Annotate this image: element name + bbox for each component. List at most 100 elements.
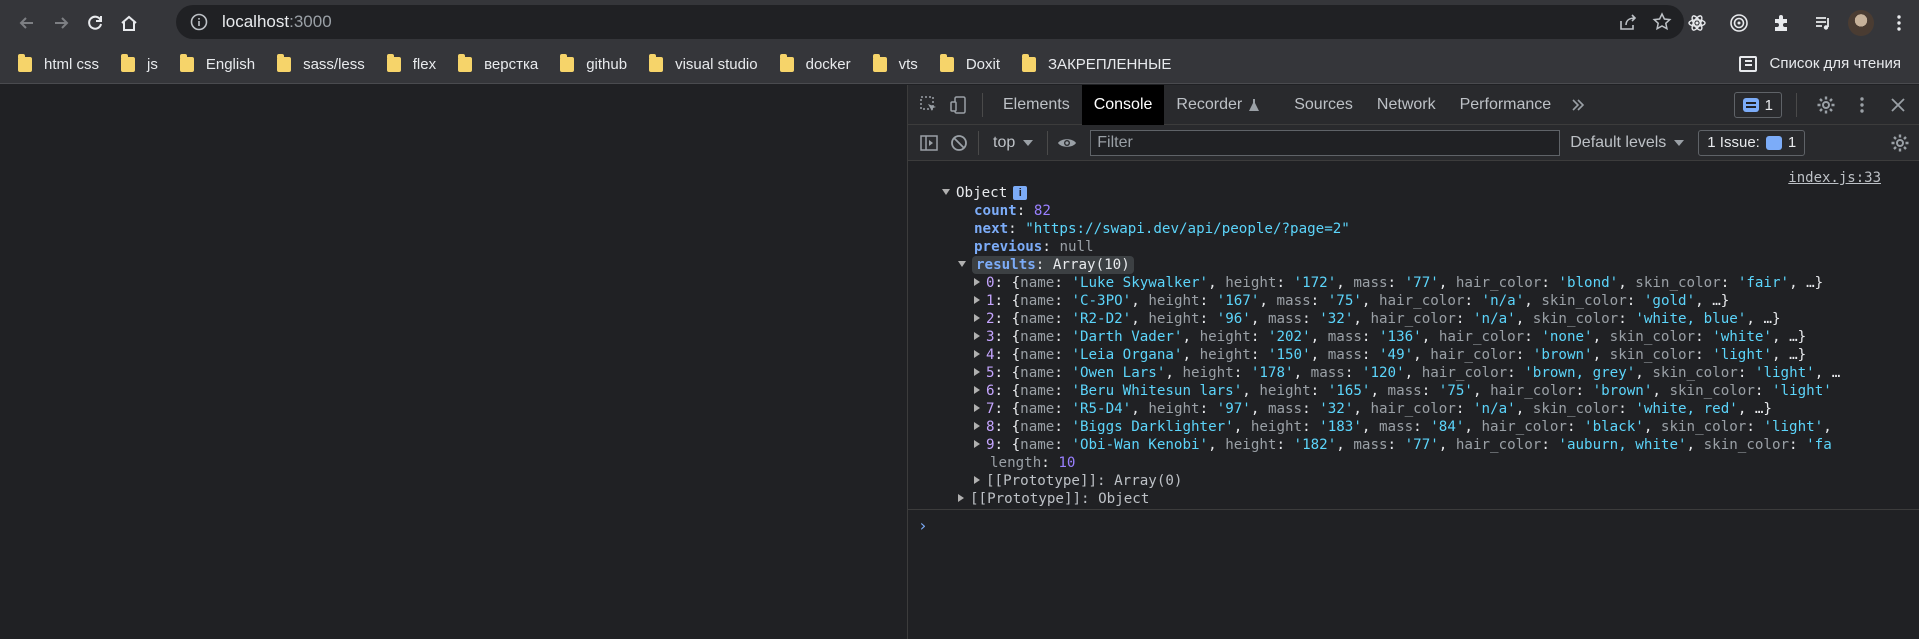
tab-performance[interactable]: Performance bbox=[1448, 85, 1564, 125]
bookmark-folder[interactable]: flex bbox=[386, 54, 436, 73]
log-levels-select[interactable]: Default levels bbox=[1570, 133, 1685, 152]
browser-menu-button[interactable] bbox=[1882, 6, 1916, 40]
result-row[interactable]: 3: {name: 'Darth Vader', height: '202', … bbox=[974, 328, 1806, 346]
levels-label: Default levels bbox=[1570, 133, 1667, 151]
expand-toggle-icon[interactable] bbox=[974, 278, 980, 286]
row-index: 5 bbox=[986, 365, 995, 381]
device-icon bbox=[950, 95, 966, 114]
tab-console[interactable]: Console bbox=[1081, 84, 1165, 125]
issues-label: 1 Issue: bbox=[1707, 134, 1760, 151]
result-row[interactable]: 7: {name: 'R5-D4', height: '97', mass: '… bbox=[974, 400, 1772, 418]
result-row[interactable]: 1: {name: 'C-3PO', height: '167', mass: … bbox=[974, 292, 1729, 310]
bookmark-label: js bbox=[147, 56, 158, 73]
expand-toggle-icon[interactable] bbox=[974, 332, 980, 340]
prototype-array[interactable]: [[Prototype]]: Array(0) bbox=[974, 472, 1182, 490]
expand-toggle-icon[interactable] bbox=[942, 189, 950, 195]
result-row[interactable]: 8: {name: 'Biggs Darklighter', height: '… bbox=[974, 418, 1832, 436]
expand-toggle-icon[interactable] bbox=[974, 296, 980, 304]
double-chevron-right-icon bbox=[1572, 98, 1585, 111]
row-skin-color: 'light' bbox=[1754, 365, 1815, 381]
devtools-menu-button[interactable] bbox=[1847, 85, 1877, 125]
close-devtools-button[interactable] bbox=[1883, 85, 1913, 125]
clear-console-button[interactable] bbox=[944, 123, 974, 163]
expand-toggle-icon[interactable] bbox=[974, 314, 980, 322]
home-icon bbox=[121, 15, 137, 31]
bookmark-folder[interactable]: ЗАКРЕПЛЕННЫЕ bbox=[1022, 54, 1171, 73]
extensions-button[interactable] bbox=[1764, 6, 1798, 40]
source-link[interactable]: index.js:33 bbox=[1788, 170, 1881, 186]
tab-recorder[interactable]: Recorder bbox=[1164, 85, 1272, 125]
show-sidebar-button[interactable] bbox=[914, 123, 944, 163]
row-name: 'Owen Lars' bbox=[1071, 365, 1166, 381]
target-icon bbox=[1730, 14, 1748, 32]
bookmark-folder[interactable]: vts bbox=[872, 54, 918, 73]
row-name: 'Beru Whitesun lars' bbox=[1071, 383, 1243, 399]
media-button[interactable] bbox=[1806, 6, 1840, 40]
devtools-settings-button[interactable] bbox=[1811, 85, 1841, 125]
tab-label: Network bbox=[1376, 95, 1436, 113]
bookmark-folder[interactable]: верстка bbox=[458, 54, 538, 73]
expand-toggle-icon[interactable] bbox=[974, 404, 980, 412]
reading-list-button[interactable]: Список для чтения bbox=[1739, 55, 1901, 72]
profile-avatar[interactable] bbox=[1848, 10, 1874, 36]
prop-results[interactable]: results: Array(10) bbox=[958, 256, 1134, 274]
result-row[interactable]: 5: {name: 'Owen Lars', height: '178', ma… bbox=[974, 364, 1840, 382]
bookmark-folder[interactable]: docker bbox=[779, 54, 851, 73]
bookmark-folder[interactable]: Doxit bbox=[939, 54, 1000, 73]
expand-toggle-icon[interactable] bbox=[974, 422, 980, 430]
expand-toggle-icon[interactable] bbox=[974, 368, 980, 376]
expand-toggle-icon[interactable] bbox=[974, 440, 980, 448]
folder-icon bbox=[1022, 54, 1036, 72]
issues-badge[interactable]: 1 Issue: 1 bbox=[1698, 129, 1806, 156]
tab-label: Elements bbox=[1003, 95, 1070, 113]
console-filter-input[interactable]: Filter bbox=[1090, 129, 1561, 156]
home-button[interactable] bbox=[112, 6, 146, 40]
extension-target-button[interactable] bbox=[1722, 6, 1756, 40]
inspect-element-button[interactable] bbox=[914, 85, 944, 125]
prototype-object[interactable]: [[Prototype]]: Object bbox=[958, 490, 1149, 508]
object-root[interactable]: Object i bbox=[942, 184, 1028, 202]
bookmark-folder[interactable]: English bbox=[179, 54, 255, 73]
result-row[interactable]: 0: {name: 'Luke Skywalker', height: '172… bbox=[974, 274, 1823, 292]
live-expression-button[interactable] bbox=[1052, 123, 1082, 163]
expand-toggle-icon[interactable] bbox=[958, 261, 966, 267]
bookmark-folder[interactable]: github bbox=[560, 54, 627, 73]
row-skin-color: 'light' bbox=[1771, 383, 1832, 399]
share-icon[interactable] bbox=[1618, 12, 1638, 32]
messages-count: 1 bbox=[1764, 96, 1773, 114]
extension-atom-button[interactable] bbox=[1680, 6, 1714, 40]
prop-key: results bbox=[976, 257, 1036, 273]
result-row[interactable]: 9: {name: 'Obi-Wan Kenobi', height: '182… bbox=[974, 436, 1832, 454]
bookmark-folder[interactable]: visual studio bbox=[649, 54, 758, 73]
back-button[interactable] bbox=[10, 6, 44, 40]
tab-sources[interactable]: Sources bbox=[1282, 85, 1365, 125]
bookmark-folder[interactable]: sass/less bbox=[277, 54, 365, 73]
expand-toggle-icon[interactable] bbox=[974, 476, 980, 484]
flask-icon bbox=[1249, 98, 1260, 111]
expand-toggle-icon[interactable] bbox=[958, 494, 964, 502]
sidebar-icon bbox=[920, 134, 938, 151]
address-bar[interactable]: localhost:3000 bbox=[176, 5, 1684, 39]
context-select[interactable]: top bbox=[983, 134, 1043, 152]
result-row[interactable]: 6: {name: 'Beru Whitesun lars', height: … bbox=[974, 382, 1832, 400]
star-icon[interactable] bbox=[1652, 12, 1672, 32]
result-row[interactable]: 4: {name: 'Leia Organa', height: '150', … bbox=[974, 346, 1806, 364]
messages-badge[interactable]: 1 bbox=[1733, 92, 1782, 118]
forward-button[interactable] bbox=[44, 6, 78, 40]
row-height: '182' bbox=[1293, 437, 1337, 453]
console-settings-button[interactable] bbox=[1885, 123, 1915, 163]
device-toolbar-button[interactable] bbox=[944, 85, 974, 125]
bookmark-folder[interactable]: html css bbox=[18, 54, 99, 73]
expand-toggle-icon[interactable] bbox=[974, 386, 980, 394]
info-icon[interactable] bbox=[190, 13, 208, 31]
reload-button[interactable] bbox=[78, 6, 112, 40]
bookmark-folder[interactable]: js bbox=[121, 54, 158, 73]
result-row[interactable]: 2: {name: 'R2-D2', height: '96', mass: '… bbox=[974, 310, 1781, 328]
expand-toggle-icon[interactable] bbox=[974, 350, 980, 358]
tab-elements[interactable]: Elements bbox=[991, 85, 1082, 125]
tab-network[interactable]: Network bbox=[1365, 85, 1448, 125]
console-prompt[interactable]: › bbox=[908, 509, 1919, 537]
more-tabs-button[interactable] bbox=[1563, 85, 1593, 125]
console-output: index.js:33 Object i count: 82 next: "htt… bbox=[908, 162, 1919, 639]
row-mass: '75' bbox=[1438, 383, 1473, 399]
